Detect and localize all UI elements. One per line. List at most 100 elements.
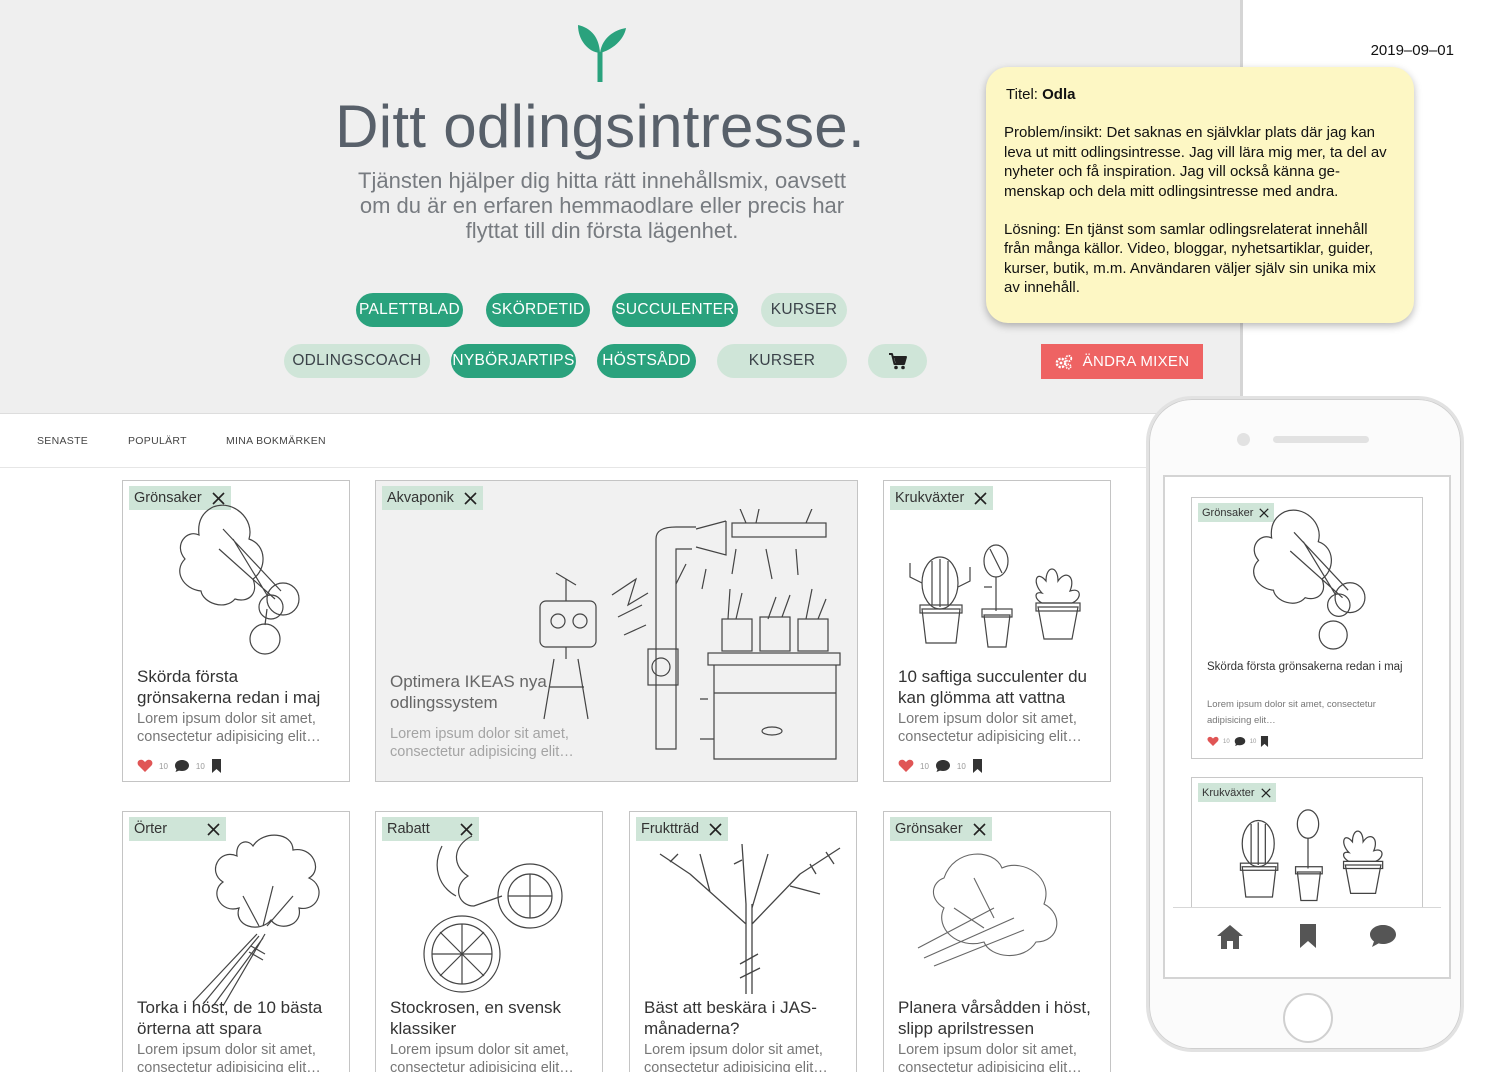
card-title[interactable]: Planera vårsådden i höst, slipp aprilstr…	[898, 997, 1098, 1039]
remove-tag-icon[interactable]	[974, 491, 987, 505]
card-tag-label: Krukväxter	[895, 490, 965, 506]
page: Ditt odlingsintresse. Tjänsten hjälper d…	[0, 0, 1500, 1072]
cart-icon	[888, 353, 907, 370]
phone-camera	[1237, 433, 1250, 446]
comment-count: 10	[195, 761, 205, 771]
card-tag: Akvaponik	[382, 486, 483, 510]
hero-subtitle: Tjänsten hjälper dig hitta rätt innehåll…	[336, 168, 868, 243]
chip-hostsadd[interactable]: HÖSTSÅDD	[597, 344, 696, 378]
like-count: 10	[159, 761, 168, 771]
chip-skordetid[interactable]: SKÖRDETID	[486, 293, 590, 327]
card-title[interactable]: Skörda första grönsakerna redan i maj	[1207, 659, 1408, 677]
remove-tag-icon[interactable]	[973, 822, 986, 836]
card-excerpt: Lorem ipsum dolor sit amet, consectetur …	[390, 726, 574, 760]
card-title[interactable]: Torka i höst, de 10 bästa örterna att sp…	[137, 997, 337, 1039]
change-mix-button[interactable]: ÄNDRA MIXEN	[1041, 344, 1203, 379]
phone-home-button[interactable]	[1283, 993, 1333, 1043]
card-meta: 10 10	[137, 759, 222, 773]
article-card[interactable]: Krukväxter 10 saftiga succulenter du kan…	[883, 480, 1111, 782]
comment-count: 10	[1249, 738, 1257, 745]
chip-kurser[interactable]: KURSER	[761, 293, 847, 327]
note-problem: Problem/insikt: Det saknas en självklar …	[1004, 124, 1387, 200]
card-tag: Krukväxter	[1198, 783, 1276, 802]
card-title[interactable]: 10 saftiga succulenter du kan glömma att…	[898, 666, 1098, 708]
heart-icon[interactable]	[1207, 736, 1219, 747]
vegetable-sketch	[179, 504, 300, 655]
vegetable-sketch	[1253, 509, 1366, 650]
card-title[interactable]: Bäst att beskära i JAS-månaderna?	[644, 997, 844, 1039]
comment-count: 10	[956, 761, 966, 771]
tab-bookmarks[interactable]: MINA BOKMÄRKEN	[226, 435, 326, 447]
hero-subtitle-line: om du är en erfaren hemmaodlare eller pr…	[359, 193, 845, 218]
chip-kurser-2[interactable]: KURSER	[717, 344, 847, 378]
change-mix-label: ÄNDRA MIXEN	[1082, 353, 1190, 370]
card-excerpt: Lorem ipsum dolor sit amet, consectetur …	[137, 1042, 321, 1072]
chip-odlingscoach[interactable]: ODLINGSCOACH	[284, 344, 430, 378]
phone-screen: Grönsaker Skörda första grönsakerna reda…	[1163, 475, 1451, 979]
article-card-featured[interactable]: Akvaponik Optimera IKEAS nya odlingssyst…	[375, 480, 858, 782]
concept-note: Titel: Odla Problem/insikt: Det saknas e…	[986, 67, 1414, 323]
fruit-tree-sketch	[659, 843, 841, 994]
succulent-sketch	[909, 544, 1081, 648]
mobile-article-card[interactable]: Grönsaker Skörda första grönsakerna reda…	[1191, 497, 1423, 759]
phone-mockup: Grönsaker Skörda första grönsakerna reda…	[1146, 396, 1464, 1052]
card-title[interactable]: Skörda första grönsakerna redan i maj	[137, 666, 337, 708]
comment-icon[interactable]	[1234, 736, 1246, 747]
note-title-label: Titel:	[1006, 86, 1038, 103]
card-excerpt: Lorem ipsum dolor sit amet, consectetur …	[390, 1042, 574, 1072]
article-card[interactable]: Grönsaker Planera vårsådden i höst, slip…	[883, 811, 1111, 1072]
heart-icon[interactable]	[898, 759, 914, 773]
card-tag: Krukväxter	[890, 486, 994, 510]
card-excerpt: Lorem ipsum dolor sit amet, consectetur …	[644, 1042, 828, 1072]
tab-popular[interactable]: POPULÄRT	[128, 435, 187, 447]
chard-sketch	[917, 853, 1058, 967]
gears-icon	[1055, 354, 1072, 370]
article-card[interactable]: Fruktträd Bäst att beskära i JAS-månader…	[629, 811, 857, 1072]
card-excerpt: Lorem ipsum dolor sit amet, consectetur …	[898, 711, 1082, 745]
card-tag-label: Akvaponik	[387, 490, 454, 506]
hero-subtitle-line: flyttat till din första lägenhet.	[465, 218, 739, 243]
tab-latest[interactable]: SENASTE	[37, 435, 88, 447]
article-card[interactable]: Grönsaker Skörda första grönsakerna reda…	[122, 480, 350, 782]
home-icon[interactable]	[1215, 923, 1245, 951]
card-excerpt: Lorem ipsum dolor sit amet, consectetur …	[1207, 699, 1376, 726]
hollyhock-sketch	[423, 835, 563, 993]
remove-tag-icon[interactable]	[464, 491, 477, 505]
chat-icon[interactable]	[1369, 923, 1397, 949]
article-card[interactable]: Örter Torka i höst, de 10 bästa örterna …	[122, 811, 350, 1072]
bookmark-icon[interactable]	[1299, 923, 1317, 949]
feed-tabs: SENASTE POPULÄRT MINA BOKMÄRKEN	[0, 414, 1240, 468]
bookmark-icon[interactable]	[972, 759, 983, 773]
phone-speaker	[1273, 436, 1369, 443]
card-excerpt: Lorem ipsum dolor sit amet, consectetur …	[137, 711, 321, 745]
note-title-value: Odla	[1042, 86, 1076, 103]
card-tag-label: Grönsaker	[895, 821, 963, 837]
chip-cart[interactable]	[868, 344, 927, 378]
chip-palettblad[interactable]: PALETTBLAD	[356, 293, 463, 327]
comment-icon[interactable]	[935, 759, 951, 773]
card-excerpt: Lorem ipsum dolor sit amet, consectetur …	[898, 1042, 1082, 1072]
card-title[interactable]: Stockrosen, en svensk klassiker	[390, 997, 590, 1039]
remove-tag-icon[interactable]	[1260, 787, 1271, 798]
like-count: 10	[1223, 738, 1230, 745]
aquaponics-sketch	[539, 509, 841, 760]
chip-nyborjartips[interactable]: NYBÖRJARTIPS	[451, 344, 576, 378]
card-meta: 10 10	[898, 759, 983, 773]
heart-icon[interactable]	[137, 759, 153, 773]
bookmark-icon[interactable]	[1260, 736, 1269, 747]
note-title: Titel: Odla	[1006, 85, 1394, 104]
hero-subtitle-line: Tjänsten hjälper dig hitta rätt innehåll…	[358, 168, 846, 193]
succulent-sketch	[1239, 809, 1384, 902]
like-count: 10	[920, 761, 929, 771]
mobile-tabbar	[1173, 907, 1441, 977]
comment-icon[interactable]	[174, 759, 190, 773]
herbs-sketch	[192, 834, 320, 1006]
card-tag-label: Krukväxter	[1202, 786, 1255, 799]
date-label: 2019–09–01	[1370, 42, 1454, 59]
bookmark-icon[interactable]	[211, 759, 222, 773]
chip-succulenter[interactable]: SUCCULENTER	[612, 293, 738, 327]
article-card[interactable]: Rabatt Stockrosen, en svensk klassiker L…	[375, 811, 603, 1072]
card-meta: 10 10	[1207, 736, 1269, 747]
note-solution: Lösning: En tjänst som samlar odlingsrel…	[1004, 221, 1376, 297]
card-title[interactable]: Optimera IKEAS nya odlingssystem	[390, 671, 577, 713]
